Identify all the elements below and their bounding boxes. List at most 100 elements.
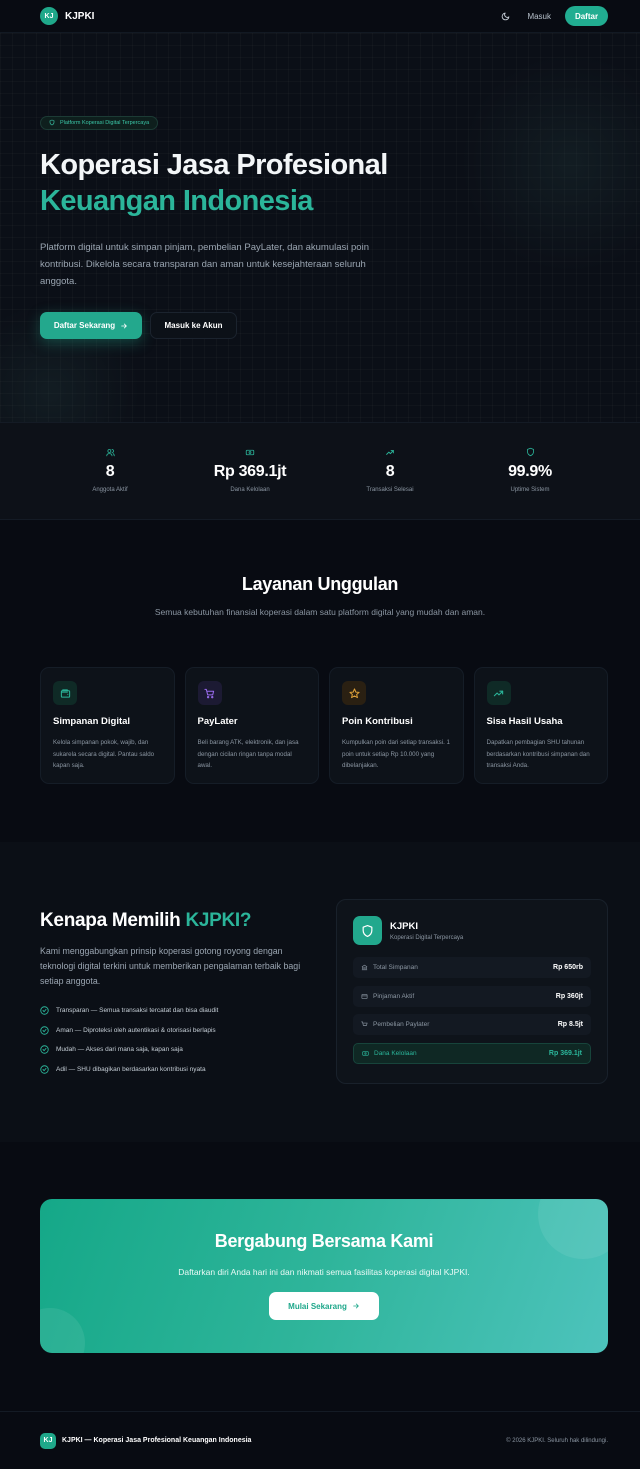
wallet-icon <box>53 681 77 705</box>
users-icon <box>105 447 115 457</box>
footer-brand: KJPKI — Koperasi Jasa Profesional Keuang… <box>62 1437 252 1444</box>
arrow-right-icon <box>120 322 128 330</box>
register-now-label: Daftar Sekarang <box>53 321 116 330</box>
panel-heading: KJPKI Koperasi Digital Terpercaya <box>390 921 463 941</box>
brand-name[interactable]: KJPKI <box>65 11 94 22</box>
panel-tagline: Koperasi Digital Terpercaya <box>390 934 464 941</box>
stat-transactions: 8 Transaksi Selesai <box>320 423 460 519</box>
row-value: Rp 650rb <box>553 964 583 971</box>
panel-header: KJPKI Koperasi Digital Terpercaya <box>353 916 591 945</box>
list-item: Transparan — Semua transaksi tercatat da… <box>40 1001 320 1021</box>
point-text: Transparan — Semua transaksi tercatat da… <box>56 1007 219 1015</box>
row-label: Pembelian Paylater <box>373 1021 430 1029</box>
login-account-button[interactable]: Masuk ke Akun <box>150 312 237 339</box>
card-description: Dapatkan pembagian SHU tahunan berdasark… <box>486 739 590 769</box>
why-description: Kami menggabungkan prinsip koperasi goto… <box>40 946 301 986</box>
point-text: Aman — Diproteksi oleh autentikasi & oto… <box>56 1026 216 1034</box>
card-icon <box>361 993 368 1000</box>
services-title: Layanan Unggulan <box>241 574 399 594</box>
summary-row-paylater: Pembelian Paylater Rp 8.5jt <box>353 1014 591 1036</box>
row-value: Rp 369.1jt <box>548 1050 582 1058</box>
banknote-icon <box>362 1050 369 1057</box>
why-title-prefix: Kenapa Memilih <box>40 910 186 931</box>
point-text: Mudah — Akses dari mana saja, kapan saja <box>56 1046 183 1054</box>
shield-icon <box>49 119 55 128</box>
check-circle-icon <box>40 1045 49 1054</box>
hero-description: Platform digital untuk simpan pinjam, pe… <box>40 242 369 287</box>
row-value: Rp 360jt <box>555 992 583 1000</box>
register-button[interactable]: Daftar <box>565 6 608 26</box>
card-title: Sisa Hasil Usaha <box>486 716 563 727</box>
service-card-points[interactable]: Poin Kontribusi Kumpulkan poin dari seti… <box>329 667 464 784</box>
top-navbar: KJ KJPKI Masuk Daftar <box>0 0 640 33</box>
summary-row-savings: Total Simpanan Rp 650rb <box>353 957 591 978</box>
summary-row-loans: Pinjaman Aktif Rp 360jt <box>353 985 591 1007</box>
logo-badge[interactable]: KJ <box>40 7 58 25</box>
stats-bar: 8 Anggota Aktif Rp 369.1jt Dana Kelolaan… <box>0 422 640 520</box>
stat-value: 8 <box>105 463 115 480</box>
card-title: Poin Kontribusi <box>342 716 413 727</box>
cta-banner: Bergabung Bersama Kami Daftarkan diri An… <box>40 1199 608 1353</box>
trending-up-icon <box>486 681 511 705</box>
panel-rows: Total Simpanan Rp 650rb Pinjaman Aktif R… <box>353 957 591 1065</box>
stat-value: Rp 369.1jt <box>213 463 287 480</box>
stat-funds: Rp 369.1jt Dana Kelolaan <box>180 423 320 519</box>
service-card-paylater[interactable]: PayLater Beli barang ATK, elektronik, da… <box>184 667 319 784</box>
hero-badge: Platform Koperasi Digital Terpercaya <box>40 116 159 130</box>
start-now-button[interactable]: Mulai Sekarang <box>269 1292 379 1320</box>
stat-label: Dana Kelolaan <box>230 487 270 493</box>
service-card-savings[interactable]: Simpanan Digital Kelola simpanan pokok, … <box>40 667 175 784</box>
card-description: Beli barang ATK, elektronik, dan jasa de… <box>197 739 299 769</box>
moon-icon[interactable] <box>499 10 511 22</box>
nav-actions: Masuk Daftar <box>499 6 608 26</box>
why-title: Kenapa Memilih KJPKI? <box>40 910 252 932</box>
hero-badge-text: Platform Koperasi Digital Terpercaya <box>60 120 150 126</box>
cta-subtitle: Daftarkan diri Anda hari ini dan nikmati… <box>178 1267 470 1277</box>
row-label: Dana Kelolaan <box>374 1050 417 1058</box>
list-item: Mudah — Akses dari mana saja, kapan saja <box>40 1040 320 1060</box>
cart-icon <box>197 681 222 705</box>
star-icon <box>342 681 366 705</box>
point-text: Adil — SHU dibagikan berdasarkan kontrib… <box>56 1065 206 1073</box>
shield-icon <box>526 447 535 457</box>
login-link[interactable]: Masuk <box>527 12 551 21</box>
banknote-icon <box>245 447 255 457</box>
footer: KJ KJPKI — Koperasi Jasa Profesional Keu… <box>0 1411 640 1469</box>
stat-value: 8 <box>385 463 395 480</box>
row-label: Pinjaman Aktif <box>373 992 415 1000</box>
trending-up-icon <box>385 447 395 457</box>
stat-label: Anggota Aktif <box>92 487 128 493</box>
hero-section: Platform Koperasi Digital Terpercaya Kop… <box>0 33 640 422</box>
footer-copyright: © 2026 KJPKI. Seluruh hak dilindungi. <box>506 1437 608 1444</box>
start-now-label: Mulai Sekarang <box>288 1301 347 1311</box>
hero-title: Koperasi Jasa Profesional Keuangan Indon… <box>40 147 560 219</box>
stat-uptime: 99.9% Uptime Sistem <box>460 423 600 519</box>
footer-logo: KJ <box>40 1432 56 1449</box>
services-subtitle: Semua kebutuhan finansial koperasi dalam… <box>154 607 486 617</box>
stat-value: 99.9% <box>508 463 552 480</box>
why-points: Transparan — Semua transaksi tercatat da… <box>40 1001 320 1079</box>
list-item: Aman — Diproteksi oleh autentikasi & oto… <box>40 1021 320 1041</box>
check-circle-icon <box>40 1065 49 1074</box>
services-cards: Simpanan Digital Kelola simpanan pokok, … <box>40 667 608 784</box>
panel-name: KJPKI <box>390 920 418 932</box>
hero-title-line1: Koperasi Jasa Profesional <box>40 149 388 181</box>
summary-row-funds: Dana Kelolaan Rp 369.1jt <box>353 1043 591 1065</box>
cart-icon <box>361 1021 368 1028</box>
service-card-shu[interactable]: Sisa Hasil Usaha Dapatkan pembagian SHU … <box>473 667 608 784</box>
row-value: Rp 8.5jt <box>557 1021 583 1029</box>
list-item: Adil — SHU dibagikan berdasarkan kontrib… <box>40 1060 320 1080</box>
bank-icon <box>361 964 368 971</box>
arrow-right-icon <box>352 1302 360 1310</box>
stat-members: 8 Anggota Aktif <box>40 423 180 519</box>
row-label: Total Simpanan <box>373 964 418 971</box>
decorative-circle <box>40 1308 85 1353</box>
why-section: Kenapa Memilih KJPKI? Kami menggabungkan… <box>0 842 640 1142</box>
why-title-highlight: KJPKI? <box>185 910 252 931</box>
stat-label: Transaksi Selesai <box>366 487 414 493</box>
check-circle-icon <box>40 1006 49 1015</box>
hero-title-line2: Keuangan Indonesia <box>40 185 313 217</box>
card-description: Kelola simpanan pokok, wajib, dan sukare… <box>53 739 155 769</box>
stat-label: Uptime Sistem <box>510 487 550 493</box>
register-now-button[interactable]: Daftar Sekarang <box>40 312 142 339</box>
